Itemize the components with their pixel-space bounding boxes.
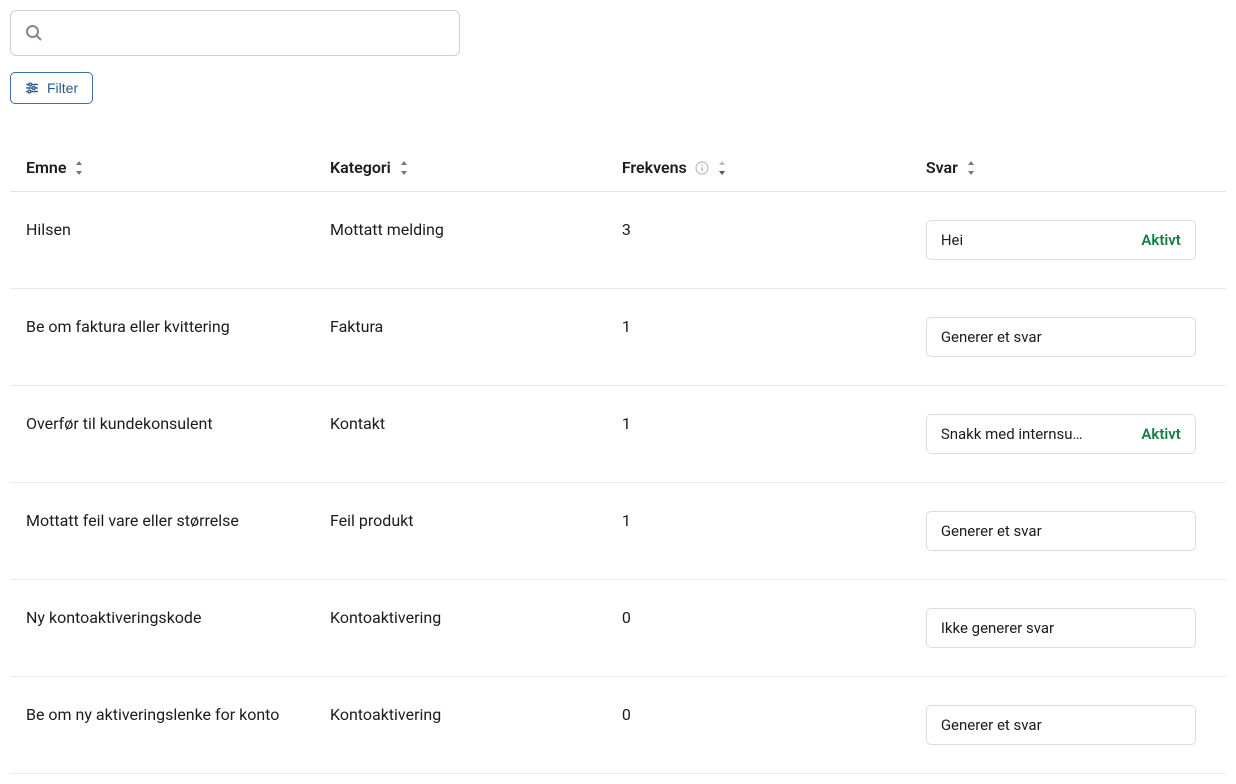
table-row[interactable]: HilsenMottatt melding3 Hei Aktivt	[10, 192, 1226, 289]
column-label: Emne	[26, 158, 66, 177]
svar-select[interactable]: Generer et svar	[926, 705, 1196, 745]
filter-button[interactable]: Filter	[10, 72, 93, 104]
cell-svar: Generer et svar	[910, 677, 1226, 774]
table-row[interactable]: Be om faktura eller kvitteringFaktura1 Ge…	[10, 289, 1226, 386]
search-icon	[24, 23, 44, 43]
cell-emne: Be om faktura eller kvittering	[10, 289, 314, 386]
cell-kategori: Kontakt	[314, 386, 606, 483]
svar-select[interactable]: Generer et svar	[926, 317, 1196, 357]
cell-kategori: Feil produkt	[314, 483, 606, 580]
filter-label: Filter	[47, 80, 78, 96]
column-label: Svar	[926, 158, 958, 177]
svar-text: Generer et svar	[941, 522, 1042, 540]
sort-icon	[717, 161, 727, 175]
table-row[interactable]: Overfør til kundekonsulentKontakt1 Snakk …	[10, 386, 1226, 483]
column-header-kategori[interactable]: Kategori	[314, 144, 606, 192]
column-header-svar[interactable]: Svar	[910, 144, 1226, 192]
svar-select[interactable]: Ikke generer svar	[926, 608, 1196, 648]
svar-select[interactable]: Snakk med internsu… Aktivt	[926, 414, 1196, 454]
svar-text: Generer et svar	[941, 328, 1042, 346]
cell-emne: Overfør til kundekonsulent	[10, 386, 314, 483]
cell-svar: Ikke generer svar	[910, 580, 1226, 677]
cell-svar: Snakk med internsu… Aktivt	[910, 386, 1226, 483]
cell-frekvens: 0	[606, 677, 910, 774]
cell-svar: Generer et svar	[910, 289, 1226, 386]
cell-kategori: Kontoaktivering	[314, 580, 606, 677]
search-input[interactable]	[10, 10, 460, 56]
column-label: Kategori	[330, 158, 391, 177]
sort-icon	[74, 161, 84, 175]
cell-frekvens: 0	[606, 580, 910, 677]
column-header-emne[interactable]: Emne	[10, 144, 314, 192]
sort-icon	[966, 161, 976, 175]
svar-select[interactable]: Generer et svar	[926, 511, 1196, 551]
cell-kategori: Kontoaktivering	[314, 677, 606, 774]
cell-emne: Ny kontoaktiveringskode	[10, 580, 314, 677]
status-badge: Aktivt	[1141, 425, 1180, 443]
svar-text: Hei	[941, 231, 963, 249]
column-header-frekvens[interactable]: Frekvens	[606, 144, 910, 192]
cell-emne: Hilsen	[10, 192, 314, 289]
search-container	[10, 10, 460, 56]
svar-text: Ikke generer svar	[941, 619, 1054, 637]
sliders-icon	[25, 81, 39, 95]
info-icon	[695, 161, 709, 175]
cell-svar: Generer et svar	[910, 483, 1226, 580]
cell-frekvens: 3	[606, 192, 910, 289]
svar-select[interactable]: Hei Aktivt	[926, 220, 1196, 260]
table-row[interactable]: Ny kontoaktiveringskodeKontoaktivering0 I…	[10, 580, 1226, 677]
cell-frekvens: 1	[606, 386, 910, 483]
table-row[interactable]: Mottatt feil vare eller størrelseFeil pr…	[10, 483, 1226, 580]
column-label: Frekvens	[622, 158, 687, 177]
cell-kategori: Mottatt melding	[314, 192, 606, 289]
cell-frekvens: 1	[606, 483, 910, 580]
cell-emne: Be om ny aktiveringslenke for konto	[10, 677, 314, 774]
status-badge: Aktivt	[1141, 231, 1180, 249]
svar-text: Generer et svar	[941, 716, 1042, 734]
svar-text: Snakk med internsu…	[941, 425, 1083, 443]
cell-kategori: Faktura	[314, 289, 606, 386]
table-row[interactable]: Be om ny aktiveringslenke for kontoKonto…	[10, 677, 1226, 774]
sort-icon	[399, 161, 409, 175]
cell-svar: Hei Aktivt	[910, 192, 1226, 289]
cell-frekvens: 1	[606, 289, 910, 386]
topics-table: Emne Kategori Frekvens	[10, 144, 1226, 774]
cell-emne: Mottatt feil vare eller størrelse	[10, 483, 314, 580]
